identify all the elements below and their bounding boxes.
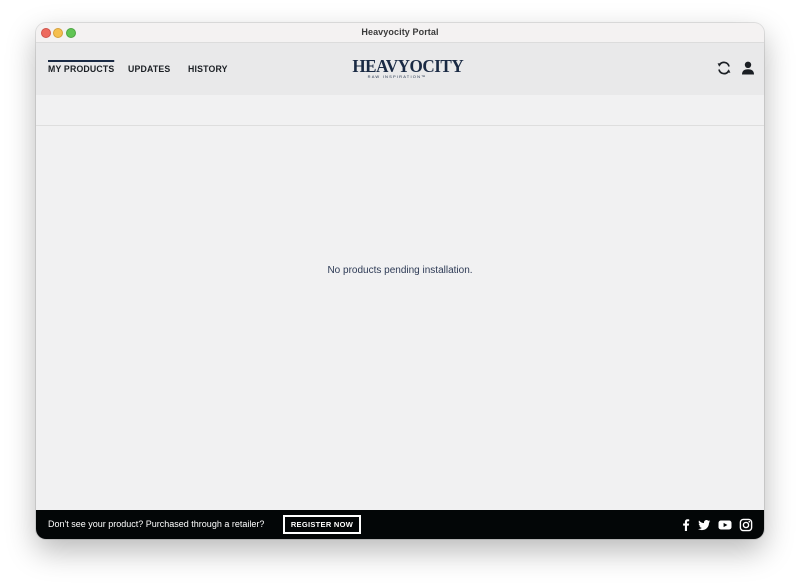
facebook-icon[interactable]	[679, 518, 693, 532]
app-window: Heavyocity Portal MY PRODUCTS UPDATES HI…	[36, 23, 764, 539]
window-title: Heavyocity Portal	[361, 27, 439, 37]
register-now-button[interactable]: REGISTER NOW	[283, 515, 361, 534]
tab-updates[interactable]: UPDATES	[128, 64, 170, 75]
logo-wordmark: HEAVYOCITY	[352, 56, 464, 76]
user-icon[interactable]	[740, 60, 756, 76]
product-list-area: No products pending installation.	[36, 126, 764, 510]
twitter-icon[interactable]	[697, 518, 711, 532]
refresh-icon[interactable]	[716, 60, 732, 76]
empty-state-message: No products pending installation.	[327, 265, 473, 276]
logo-tagline: RAW INSPIRATION™	[367, 74, 427, 79]
retailer-prompt: Don't see your product? Purchased throug…	[48, 519, 265, 529]
instagram-icon[interactable]	[739, 518, 753, 532]
title-bar: Heavyocity Portal	[36, 23, 764, 43]
sub-toolbar	[36, 95, 764, 126]
app-header: MY PRODUCTS UPDATES HISTORY HEAVYOCITY R…	[36, 43, 764, 95]
footer-bar: Don't see your product? Purchased throug…	[36, 510, 764, 539]
tab-history[interactable]: HISTORY	[188, 64, 228, 75]
tab-my-products[interactable]: MY PRODUCTS	[48, 60, 115, 75]
heavyocity-logo: HEAVYOCITY RAW INSPIRATION™	[350, 56, 464, 81]
youtube-icon[interactable]	[718, 518, 732, 532]
